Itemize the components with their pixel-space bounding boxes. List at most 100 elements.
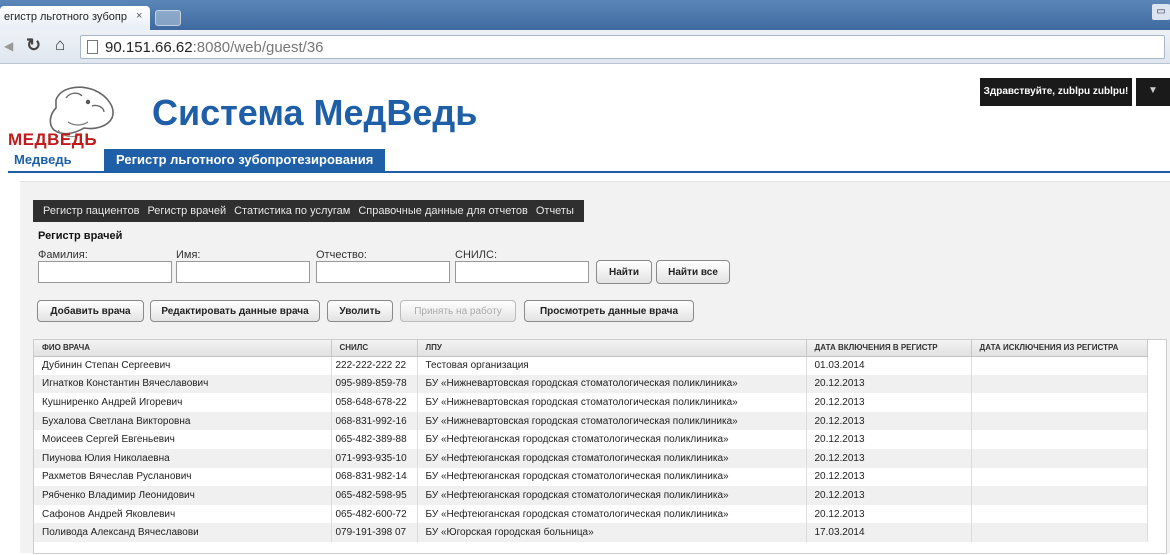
table-row[interactable]: Рахметов Вячеслав Русланович 068-831-982-… bbox=[34, 467, 1148, 487]
cell-exclude-date bbox=[971, 411, 1148, 431]
column-header-exclude-date[interactable]: ДАТА ИСКЛЮЧЕНИЯ ИЗ РЕГИСТРА bbox=[971, 340, 1148, 357]
main-nav: Медведь Регистр льготного зубопротезиров… bbox=[8, 149, 1170, 173]
table-row[interactable]: Сафонов Андрей Яковлевич 065-482-600-72 БУ… bbox=[34, 504, 1148, 524]
cell-snils: 068-831-982-14 bbox=[331, 467, 418, 487]
logo-text: МЕДВЕДЬ bbox=[8, 130, 98, 149]
chevron-down-icon[interactable]: ▼ bbox=[1136, 78, 1170, 106]
table-row[interactable]: Рябченко Владимир Леонидович 065-482-598-… bbox=[34, 486, 1148, 505]
find-button[interactable]: Найти bbox=[596, 260, 652, 284]
menu-item-patients[interactable]: Регистр пациентов bbox=[43, 205, 139, 217]
cell-lpu: БУ «Югорская городская больница» bbox=[417, 523, 807, 542]
cell-include-date: 20.12.2013 bbox=[806, 504, 972, 524]
cell-include-date: 20.12.2013 bbox=[806, 448, 972, 468]
table-row[interactable]: Моисеев Сергей Евгеньевич 065-482-389-88 Б… bbox=[34, 430, 1148, 449]
cell-name: Дубинин Степан Сергеевич bbox=[34, 356, 332, 375]
table-row[interactable]: Бухалова Светлана Викторовна 068-831-992-… bbox=[34, 411, 1148, 431]
cell-lpu: БУ «Нефтеюганская городская стоматологич… bbox=[417, 467, 807, 487]
snils-label: СНИЛС: bbox=[455, 249, 498, 261]
cell-exclude-date bbox=[971, 356, 1148, 375]
cell-include-date: 17.03.2014 bbox=[806, 523, 972, 542]
cell-include-date: 01.03.2014 bbox=[806, 356, 972, 375]
dismiss-button[interactable]: Уволить bbox=[327, 300, 393, 322]
cell-snils: 068-831-992-16 bbox=[331, 411, 418, 431]
patronymic-input[interactable] bbox=[316, 261, 450, 283]
cell-name: Сафонов Андрей Яковлевич bbox=[34, 504, 332, 524]
column-header-lpu[interactable]: ЛПУ bbox=[417, 340, 807, 357]
cell-include-date: 20.12.2013 bbox=[806, 374, 972, 394]
cell-name: Кушниренко Андрей Игоревич bbox=[34, 393, 332, 412]
browser-tab-title: егистр льготного зубопр bbox=[4, 11, 127, 23]
cell-exclude-date bbox=[971, 374, 1148, 394]
cell-name: Бухалова Светлана Викторовна bbox=[34, 411, 332, 431]
window-control-button[interactable]: ▭ bbox=[1152, 4, 1170, 20]
cell-snils: 079-191-398 07 bbox=[331, 523, 418, 542]
home-icon[interactable]: ⌂ bbox=[55, 35, 65, 55]
table-row[interactable]: Поливода Александ Вячеславови 079-191-398… bbox=[34, 523, 1148, 542]
menu-item-doctors[interactable]: Регистр врачей bbox=[147, 205, 226, 217]
cell-snils: 065-482-389-88 bbox=[331, 430, 418, 449]
cell-include-date: 20.12.2013 bbox=[806, 393, 972, 412]
new-tab-button[interactable] bbox=[155, 10, 181, 26]
cell-lpu: БУ «Нижневартовская городская стоматолог… bbox=[417, 374, 807, 394]
patronymic-label: Отчество: bbox=[316, 249, 367, 261]
lastname-input[interactable] bbox=[38, 261, 172, 283]
site-title: Система МедВедь bbox=[152, 92, 478, 133]
registry-panel: Регистр пациентов Регистр врачей Статист… bbox=[20, 181, 1170, 554]
cell-exclude-date bbox=[971, 467, 1148, 487]
cell-name: Рябченко Владимир Леонидович bbox=[34, 486, 332, 505]
table-row[interactable]: Игнатков Константин Вячеславович 095-989-… bbox=[34, 374, 1148, 394]
find-all-button[interactable]: Найти все bbox=[656, 260, 730, 284]
url-text[interactable]: 90.151.66.62:8080/web/guest/36 bbox=[105, 39, 324, 56]
cell-include-date: 20.12.2013 bbox=[806, 467, 972, 487]
cell-include-date: 20.12.2013 bbox=[806, 430, 972, 449]
reload-icon[interactable]: ↻ bbox=[26, 35, 41, 56]
cell-snils: 222-222-222 22 bbox=[331, 356, 418, 375]
table-row[interactable]: Кушниренко Андрей Игоревич 058-648-678-22… bbox=[34, 393, 1148, 412]
cell-name: Игнатков Константин Вячеславович bbox=[34, 374, 332, 394]
page-content: МЕДВЕДЬ Система МедВедь Здравствуйте, zu… bbox=[0, 64, 1170, 554]
cell-name: Рахметов Вячеслав Русланович bbox=[34, 467, 332, 487]
cell-lpu: БУ «Нефтеюганская городская стоматологич… bbox=[417, 430, 807, 449]
cell-exclude-date bbox=[971, 523, 1148, 542]
user-greeting-button[interactable]: Здравствуйте, zublpu zublpu! bbox=[980, 78, 1132, 106]
cell-lpu: БУ «Нижневартовская городская стоматолог… bbox=[417, 411, 807, 431]
browser-tab[interactable]: егистр льготного зубопр × bbox=[0, 6, 150, 30]
cell-snils: 065-482-598-95 bbox=[331, 486, 418, 505]
nav-item-medved[interactable]: Медведь bbox=[8, 149, 104, 171]
firstname-label: Имя: bbox=[176, 249, 201, 261]
cell-snils: 095-989-859-78 bbox=[331, 374, 418, 394]
address-bar[interactable]: 90.151.66.62:8080/web/guest/36 bbox=[80, 35, 1165, 59]
close-icon[interactable]: × bbox=[136, 10, 142, 22]
cell-include-date: 20.12.2013 bbox=[806, 486, 972, 505]
cell-include-date: 20.12.2013 bbox=[806, 411, 972, 431]
column-header-snils[interactable]: СНИЛС bbox=[331, 340, 418, 357]
cell-snils: 071-993-935-10 bbox=[331, 448, 418, 468]
add-doctor-button[interactable]: Добавить врача bbox=[37, 300, 144, 322]
table-row[interactable]: Дубинин Степан Сергеевич 222-222-222 22 Те… bbox=[34, 356, 1148, 375]
edit-doctor-button[interactable]: Редактировать данные врача bbox=[150, 300, 320, 322]
menu-item-reports[interactable]: Отчеты bbox=[536, 205, 574, 217]
table-row[interactable]: Пиунова Юлия Николаевна 071-993-935-10 БУ … bbox=[34, 448, 1148, 468]
cell-lpu: БУ «Нижневартовская городская стоматолог… bbox=[417, 393, 807, 412]
cell-lpu: БУ «Нефтеюганская городская стоматологич… bbox=[417, 448, 807, 468]
browser-toolbar: ◀ ↻ ⌂ 90.151.66.62:8080/web/guest/36 bbox=[0, 30, 1170, 64]
hire-button[interactable]: Принять на работу bbox=[400, 300, 516, 322]
snils-input[interactable] bbox=[455, 261, 589, 283]
firstname-input[interactable] bbox=[176, 261, 310, 283]
back-icon[interactable]: ◀ bbox=[4, 39, 13, 53]
browser-tab-bar: егистр льготного зубопр × ▭ bbox=[0, 0, 1170, 30]
nav-item-registry[interactable]: Регистр льготного зубопротезирования bbox=[104, 149, 386, 173]
cell-snils: 065-482-600-72 bbox=[331, 504, 418, 524]
cell-name: Пиунова Юлия Николаевна bbox=[34, 448, 332, 468]
column-header-include-date[interactable]: ДАТА ВКЛЮЧЕНИЯ В РЕГИСТР bbox=[806, 340, 972, 357]
view-doctor-button[interactable]: Просмотреть данные врача bbox=[524, 300, 694, 322]
table-header-row: ФИО ВРАЧА СНИЛС ЛПУ ДАТА ВКЛЮЧЕНИЯ В РЕГ… bbox=[34, 340, 1148, 357]
cell-name: Поливода Александ Вячеславови bbox=[34, 523, 332, 542]
cell-name: Моисеев Сергей Евгеньевич bbox=[34, 430, 332, 449]
menu-item-service-stats[interactable]: Статистика по услугам bbox=[234, 205, 350, 217]
column-header-name[interactable]: ФИО ВРАЧА bbox=[34, 340, 332, 357]
registry-menu: Регистр пациентов Регистр врачей Статист… bbox=[33, 200, 584, 222]
lastname-label: Фамилия: bbox=[38, 249, 88, 261]
cell-lpu: БУ «Нефтеюганская городская стоматологич… bbox=[417, 486, 807, 505]
menu-item-reference-data[interactable]: Справочные данные для отчетов bbox=[358, 205, 528, 217]
